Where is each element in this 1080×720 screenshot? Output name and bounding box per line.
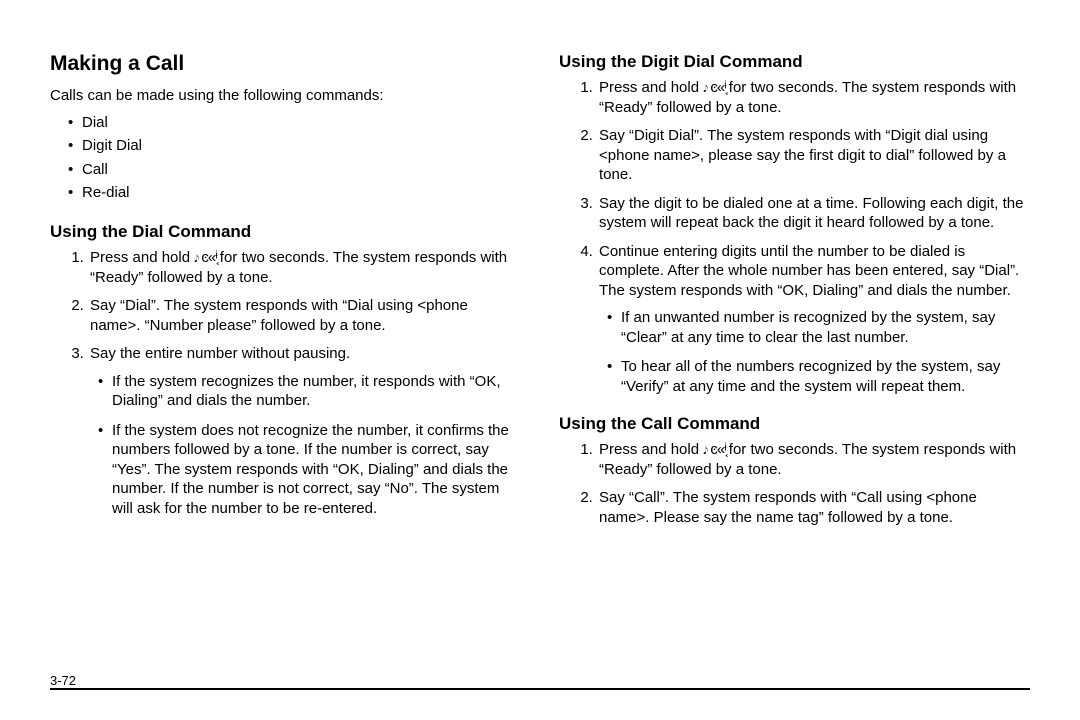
dial-steps: Press and hold 𝆕 ͼ«ᶤ͔ for two seconds. T… [50,248,521,518]
footer-rule [50,688,1030,690]
manual-page: Making a Call Calls can be made using th… [0,0,1080,720]
list-item: Dial [68,111,521,134]
step: Continue entering digits until the numbe… [597,242,1030,397]
list-item: If the system recognizes the number, it … [98,372,521,411]
list-item: Digit Dial [68,134,521,157]
step: Press and hold 𝆕 ͼ«ᶤ͔ for two seconds. T… [597,440,1030,479]
step: Press and hold 𝆕 ͼ«ᶤ͔ for two seconds. T… [88,248,521,287]
step-text: Say the entire number without pausing. [90,345,350,362]
list-item: Re-dial [68,181,521,204]
step: Say the entire number without pausing. I… [88,344,521,518]
sub-list: If an unwanted number is recognized by t… [607,308,1030,396]
phone-voice-icon: 𝆕 ͼ«ᶤ͔ [194,249,220,266]
step-text: Press and hold [599,79,699,96]
step: Say “Call”. The system responds with “Ca… [597,488,1030,527]
list-item: To hear all of the numbers recognized by… [607,357,1030,396]
phone-voice-icon: 𝆕 ͼ«ᶤ͔ [703,79,729,96]
heading-digit-dial: Using the Digit Dial Command [559,52,1030,72]
intro-text: Calls can be made using the following co… [50,86,521,105]
heading-dial-command: Using the Dial Command [50,222,521,242]
step: Press and hold 𝆕 ͼ«ᶤ͔ for two seconds. T… [597,78,1030,117]
sub-list: If the system recognizes the number, it … [98,372,521,519]
step-text: Press and hold [599,441,699,458]
step: Say “Digit Dial”. The system responds wi… [597,126,1030,185]
heading-call-command: Using the Call Command [559,414,1030,434]
digit-dial-steps: Press and hold 𝆕 ͼ«ᶤ͔ for two seconds. T… [559,78,1030,396]
call-steps: Press and hold 𝆕 ͼ«ᶤ͔ for two seconds. T… [559,440,1030,527]
step: Say “Dial”. The system responds with “Di… [88,296,521,335]
page-number: 3-72 [50,673,1030,688]
list-item: If the system does not recognize the num… [98,421,521,519]
step-text: Continue entering digits until the numbe… [599,243,1019,299]
left-column: Making a Call Calls can be made using th… [50,52,521,536]
two-column-layout: Making a Call Calls can be made using th… [50,52,1030,536]
step-text: Press and hold [90,249,190,266]
page-footer: 3-72 [50,689,1030,690]
step: Say the digit to be dialed one at a time… [597,194,1030,233]
list-item: If an unwanted number is recognized by t… [607,308,1030,347]
command-list: Dial Digit Dial Call Re-dial [68,111,521,204]
phone-voice-icon: 𝆕 ͼ«ᶤ͔ [703,441,729,458]
list-item: Call [68,158,521,181]
heading-making-a-call: Making a Call [50,52,521,76]
right-column: Using the Digit Dial Command Press and h… [559,52,1030,536]
